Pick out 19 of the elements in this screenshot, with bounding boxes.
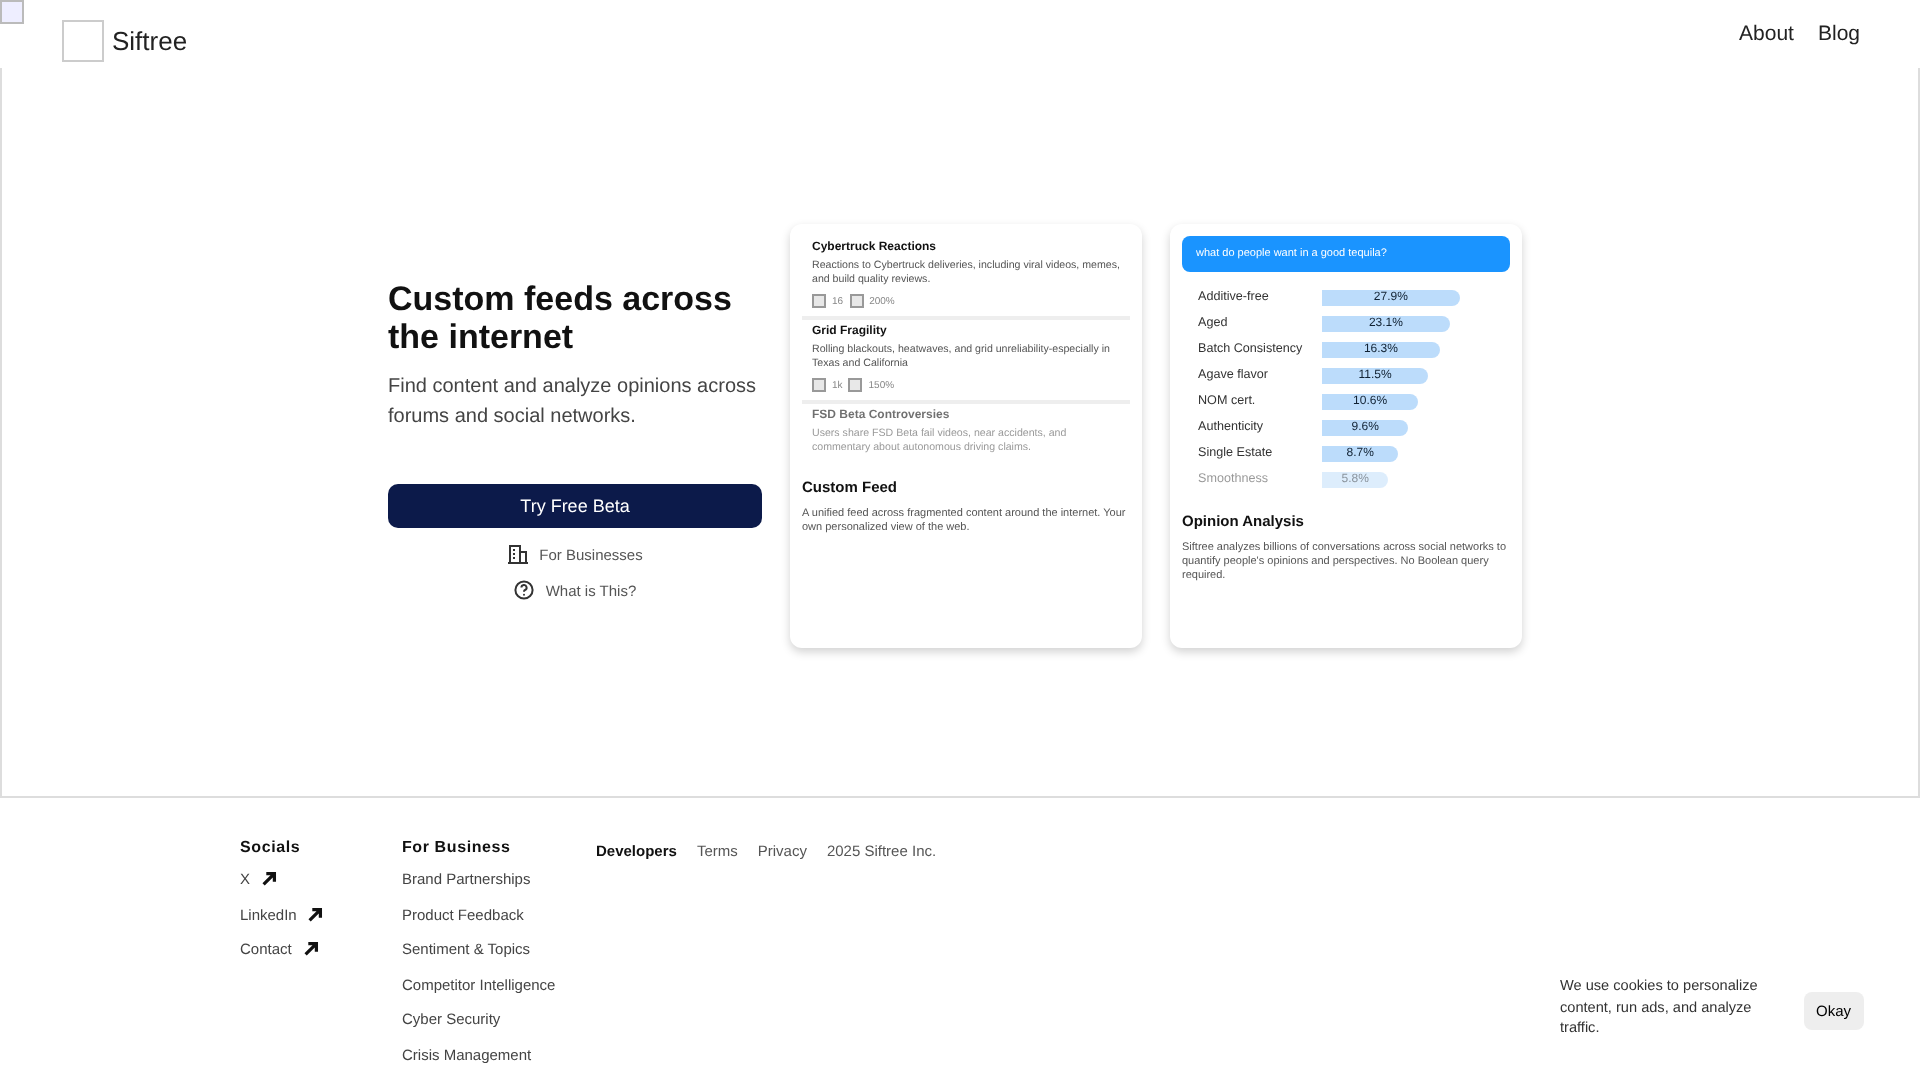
footer-heading: For Business bbox=[402, 838, 513, 856]
external-link-icon bbox=[301, 940, 320, 959]
broken-image-icon bbox=[0, 0, 24, 24]
external-link-icon bbox=[260, 870, 279, 889]
external-link-icon bbox=[306, 905, 325, 924]
stat-icon bbox=[849, 294, 864, 308]
stat-icon bbox=[812, 294, 826, 308]
hero-heading: Custom feeds across the internet bbox=[388, 280, 734, 356]
stat-icon bbox=[812, 378, 826, 392]
try-free-beta-button[interactable]: Try Free Beta bbox=[388, 484, 762, 528]
nav-link[interactable]: Blog bbox=[1817, 22, 1860, 46]
logo-placeholder bbox=[62, 19, 104, 61]
building-icon bbox=[507, 544, 528, 564]
stat-icon bbox=[848, 378, 863, 392]
hero-subtitle: Find content and analyze opinions across forums and social networks. bbox=[388, 374, 759, 432]
nav-link[interactable]: About bbox=[1739, 22, 1794, 46]
brand-name[interactable]: Siftree bbox=[112, 25, 188, 55]
help-icon bbox=[513, 580, 534, 600]
footer-heading: Socials bbox=[240, 838, 303, 856]
